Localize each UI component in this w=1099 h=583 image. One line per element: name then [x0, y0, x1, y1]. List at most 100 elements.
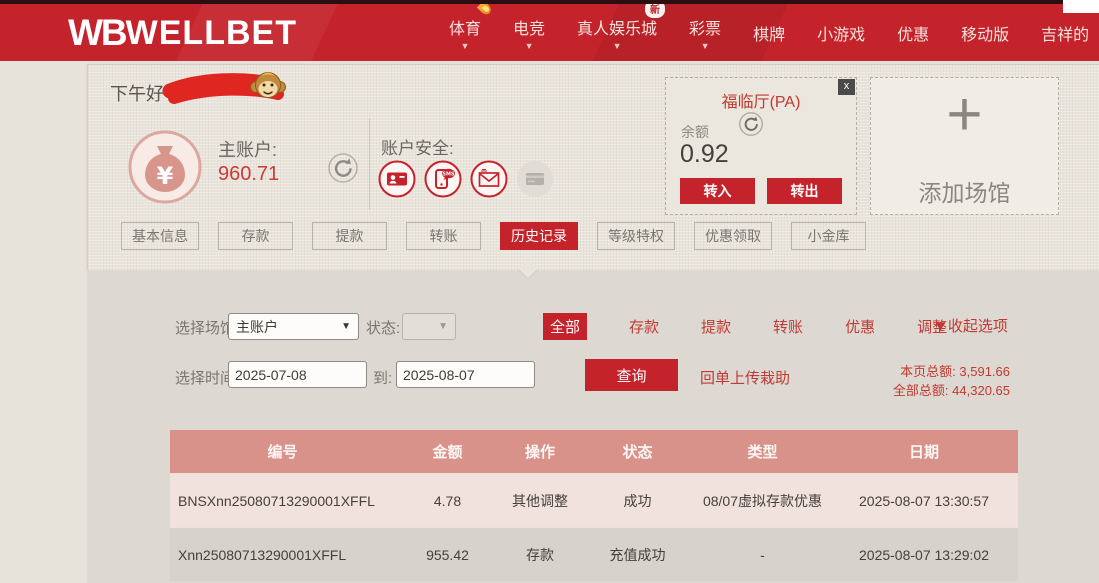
chevron-down-icon: ▼: [461, 42, 470, 50]
nav-item[interactable]: 棋牌: [753, 21, 785, 45]
cell-date: 2025-08-07 13:29:02: [830, 547, 1018, 563]
cell-status: 成功: [580, 491, 695, 511]
table-header-cell: 编号: [170, 441, 395, 462]
page: WBWELLBET 体育 ▼ 电竞 ▼ 真人娱乐城: [0, 0, 1099, 583]
venue-transfer-buttons: 转入 转出: [680, 178, 842, 204]
table-header-cell: 操作: [500, 441, 580, 462]
table-header-cell: 金额: [395, 441, 500, 462]
status-select-label: 状态:: [366, 317, 400, 338]
svg-text:SMS: SMS: [442, 172, 455, 178]
bank-card-icon[interactable]: [516, 160, 554, 198]
main-wallet-label: 主账户:: [218, 136, 277, 162]
sms-phone-icon[interactable]: SMS: [424, 160, 462, 198]
filter-chip[interactable]: 提款: [701, 316, 731, 337]
venue-select[interactable]: 主账户 ▼: [228, 313, 359, 340]
chevron-down-icon: ▼: [438, 321, 448, 332]
cell-type: -: [695, 547, 830, 563]
venue-wallet-panel: 福临厅(PA) x 余额 0.92 转入 转出: [665, 77, 857, 215]
nav-item-label: 真人娱乐城: [577, 15, 657, 39]
filter-chip[interactable]: 优惠: [845, 316, 875, 337]
security-icons-row: SMS: [378, 160, 554, 198]
account-tab[interactable]: 等级特权: [597, 222, 675, 250]
transfer-in-button[interactable]: 转入: [680, 178, 755, 204]
filter-chip[interactable]: 转账: [773, 316, 803, 337]
venue-balance-value: 0.92: [680, 140, 729, 169]
history-table: 编号 金额 操作 状态 类型 日期 BNSXnn25080713290001XF…: [170, 430, 1018, 581]
nav-item[interactable]: 体育 ▼: [449, 15, 481, 50]
filter-chip[interactable]: 全部: [543, 313, 587, 340]
nav-item-label: 彩票: [689, 15, 721, 39]
nav-item[interactable]: 吉祥的: [1041, 21, 1089, 45]
grand-total-line: 全部总额: 44,320.65: [893, 381, 1010, 400]
table-header-cell: 类型: [695, 441, 830, 462]
chevron-down-icon: ▼: [341, 321, 351, 332]
nav-item[interactable]: 电竞 ▼: [513, 15, 545, 50]
search-button[interactable]: 查询: [585, 359, 678, 391]
account-tab[interactable]: 转账: [406, 222, 481, 250]
cell-operation: 存款: [500, 545, 580, 565]
svg-text:¥: ¥: [157, 162, 174, 190]
monkey-avatar-icon: [249, 68, 287, 104]
cell-id: BNSXnn25080713290001XFFL: [170, 493, 395, 509]
cell-type: 08/07虚拟存款优惠: [695, 491, 830, 511]
cell-operation: 其他调整: [500, 491, 580, 511]
vertical-divider: [369, 118, 370, 210]
nav-item-label: 电竞: [513, 15, 545, 39]
table-header-cell: 日期: [830, 441, 1018, 462]
nav-item[interactable]: 小游戏: [817, 21, 865, 45]
account-tab[interactable]: 基本信息: [121, 222, 199, 250]
account-tab[interactable]: 小金库: [791, 222, 866, 250]
cell-amount: 955.42: [395, 547, 500, 563]
venue-refresh-icon[interactable]: [738, 111, 764, 137]
chevron-down-icon: ▼: [701, 42, 710, 50]
account-security-label: 账户安全:: [381, 134, 454, 159]
receipt-upload-link[interactable]: 回单上传栽助: [700, 367, 790, 388]
nav-item[interactable]: 移动版: [961, 21, 1009, 45]
account-tab[interactable]: 存款: [218, 222, 293, 250]
main-wallet-balance: 960.71: [218, 163, 279, 186]
cell-amount: 4.78: [395, 493, 500, 509]
greeting-text: 下午好: [110, 80, 164, 106]
chevron-down-icon: ▼: [525, 42, 534, 50]
wellbet-logo[interactable]: WBWELLBET: [68, 12, 297, 54]
table-body: BNSXnn25080713290001XFFL 4.78 其他调整 成功 08…: [170, 473, 1018, 581]
date-to-input[interactable]: [396, 361, 535, 388]
white-corner-box: [1063, 0, 1099, 13]
table-row[interactable]: Xnn25080713290001XFFL 955.42 存款 充值成功 - 2…: [170, 527, 1018, 581]
filter-chip[interactable]: 存款: [629, 316, 659, 337]
chevron-down-icon: ▼: [613, 42, 622, 50]
account-tab[interactable]: 历史记录: [500, 222, 578, 250]
account-tabs: 基本信息 存款 提款 转账 历史记录 等级特权 优惠领取 小金库: [121, 222, 866, 250]
nav-item-label: 体育: [449, 15, 481, 39]
venue-select-value: 主账户: [236, 317, 278, 337]
nav-item[interactable]: 彩票 ▼: [689, 15, 721, 50]
status-select[interactable]: ▼: [402, 313, 456, 340]
table-header-cell: 状态: [580, 441, 695, 462]
transfer-out-button[interactable]: 转出: [767, 178, 842, 204]
close-icon[interactable]: x: [838, 79, 855, 95]
add-venue-label: 添加场馆: [871, 174, 1058, 208]
nav-item-label: 优惠: [897, 21, 929, 45]
add-venue-tile[interactable]: + 添加场馆: [870, 77, 1059, 215]
account-tab[interactable]: 优惠领取: [694, 222, 772, 250]
cell-id: Xnn25080713290001XFFL: [170, 547, 395, 563]
logo-brand-text: WELLBET: [126, 14, 297, 53]
table-row[interactable]: BNSXnn25080713290001XFFL 4.78 其他调整 成功 08…: [170, 473, 1018, 527]
nav-item[interactable]: 真人娱乐城 ▼ 新: [577, 15, 657, 50]
cell-status: 充值成功: [580, 545, 695, 565]
id-card-icon[interactable]: [378, 160, 416, 198]
main-navbar: WBWELLBET 体育 ▼ 电竞 ▼ 真人娱乐城: [0, 4, 1099, 61]
nav-item-label: 吉祥的: [1041, 21, 1089, 45]
account-tab[interactable]: 提款: [312, 222, 387, 250]
plus-icon: +: [871, 84, 1058, 146]
new-badge: 新: [645, 4, 665, 18]
nav-item[interactable]: 优惠: [897, 21, 929, 45]
nav-item-label: 棋牌: [753, 21, 785, 45]
venue-title: 福临厅(PA): [666, 88, 856, 112]
type-filter-chips: 全部 存款 提款 转账 优惠 调整: [543, 313, 947, 340]
collapse-options-link[interactable]: ▼收起选项: [933, 315, 1008, 336]
venue-balance-label: 余额: [681, 122, 709, 142]
refresh-balance-icon[interactable]: [328, 153, 358, 183]
date-from-input[interactable]: [228, 361, 367, 388]
email-icon[interactable]: [470, 160, 508, 198]
